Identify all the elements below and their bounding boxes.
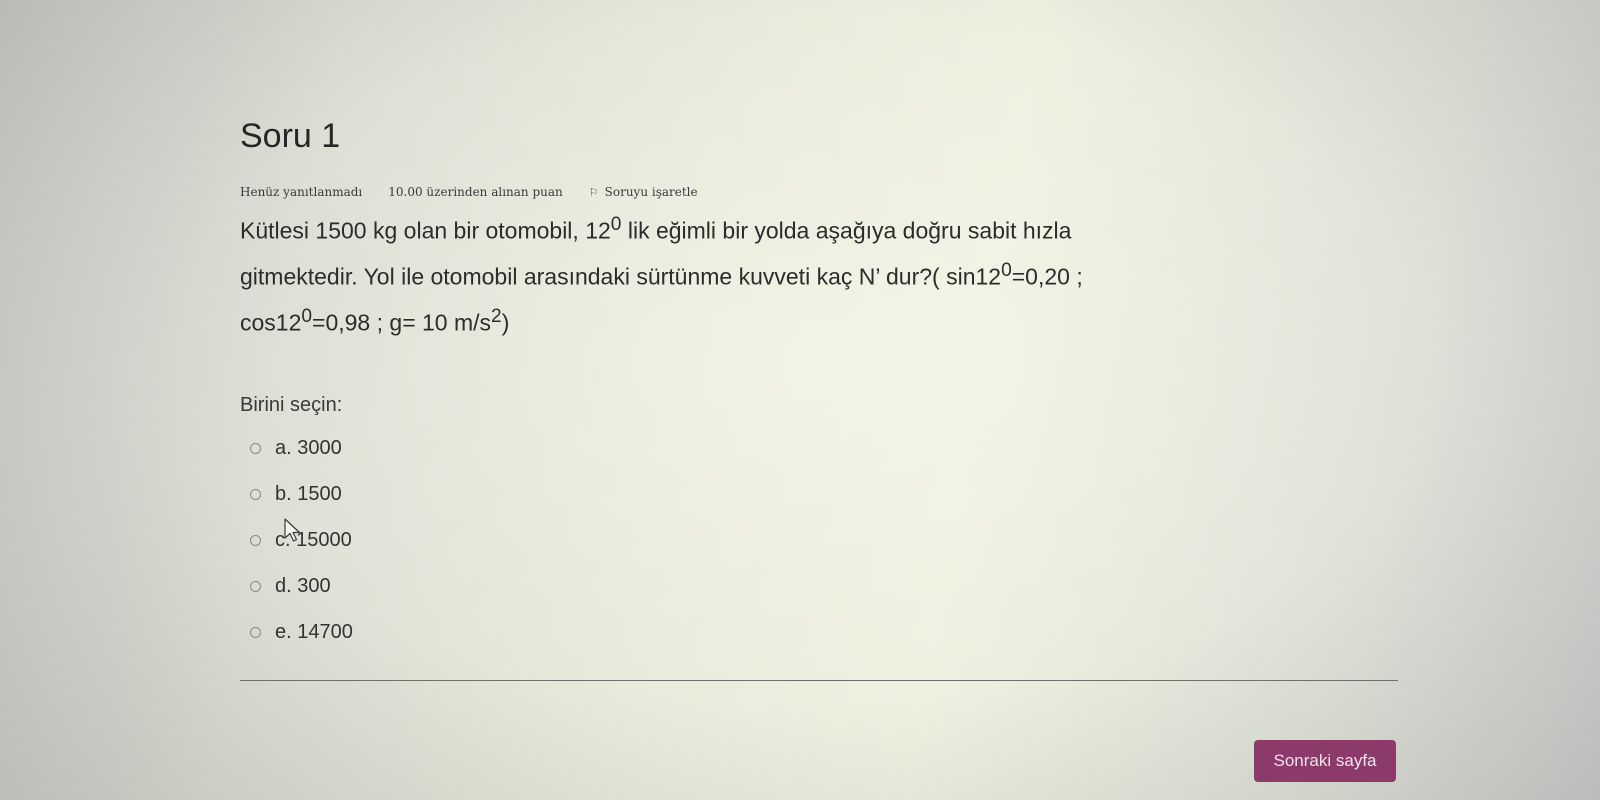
- question-text-part: lik eğimli bir yolda aşağıya doğru sabit…: [621, 218, 1072, 245]
- question-title: Soru 1: [240, 117, 341, 155]
- flag-question-link[interactable]: ⚐ Soruyu işaretle: [589, 185, 698, 199]
- question-text-line-3: cos120=0,98 ; g= 10 m/s2): [240, 297, 1380, 343]
- question-text-part: cos12: [240, 309, 302, 336]
- superscript: 0: [610, 214, 622, 236]
- answer-option-label: b. 1500: [275, 482, 342, 505]
- superscript: 0: [301, 305, 313, 327]
- question-info: Henüz yanıtlanmadı 10.00 üzerinden alına…: [240, 185, 1380, 199]
- page-divider: [240, 680, 1398, 681]
- question-text-part: gitmektedir. Yol ile otomobil arasındaki…: [240, 263, 1002, 290]
- radio-button[interactable]: [250, 626, 261, 638]
- answer-options: a. 3000 b. 1500 c. 15000 d. 300 e. 14700: [240, 425, 1380, 655]
- answer-option-label: e. 14700: [275, 620, 353, 643]
- radio-button[interactable]: [250, 442, 261, 454]
- question-text-part: =0,20 ;: [1011, 263, 1083, 290]
- answer-option-a[interactable]: a. 3000: [240, 425, 1380, 471]
- radio-button[interactable]: [250, 580, 261, 592]
- next-page-button[interactable]: Sonraki sayfa: [1254, 740, 1396, 782]
- answer-option-label: d. 300: [275, 574, 331, 597]
- question-text-line-2: gitmektedir. Yol ile otomobil arasındaki…: [240, 251, 1380, 297]
- question-text: Kütlesi 1500 kg olan bir otomobil, 120 l…: [240, 205, 1380, 342]
- answer-option-label: a. 3000: [275, 436, 342, 459]
- superscript: 0: [1001, 260, 1012, 282]
- question-container: Soru 1 Henüz yanıtlanmadı 10.00 üzerinde…: [240, 117, 1380, 655]
- flag-icon: ⚐: [588, 185, 599, 199]
- answer-option-c[interactable]: c. 15000: [240, 517, 1380, 563]
- question-text-part: ): [501, 309, 510, 336]
- mouse-pointer-icon: [284, 518, 301, 542]
- question-status: Henüz yanıtlanmadı: [240, 185, 363, 200]
- answer-option-d[interactable]: d. 300: [240, 563, 1380, 609]
- answer-prompt: Birini seçin:: [240, 394, 343, 417]
- answer-option-b[interactable]: b. 1500: [240, 471, 1380, 517]
- flag-question-label: Soruyu işaretle: [604, 185, 698, 200]
- radio-button[interactable]: [250, 534, 261, 546]
- question-grade: 10.00 üzerinden alınan puan: [388, 185, 563, 200]
- question-text-line-1: Kütlesi 1500 kg olan bir otomobil, 120 l…: [240, 205, 1380, 251]
- question-text-part: Kütlesi 1500 kg olan bir otomobil, 12: [240, 218, 611, 245]
- answer-option-e[interactable]: e. 14700: [240, 609, 1380, 655]
- superscript: 2: [491, 305, 502, 327]
- question-text-part: =0,98 ; g= 10 m/s: [312, 309, 492, 336]
- radio-button[interactable]: [250, 488, 261, 500]
